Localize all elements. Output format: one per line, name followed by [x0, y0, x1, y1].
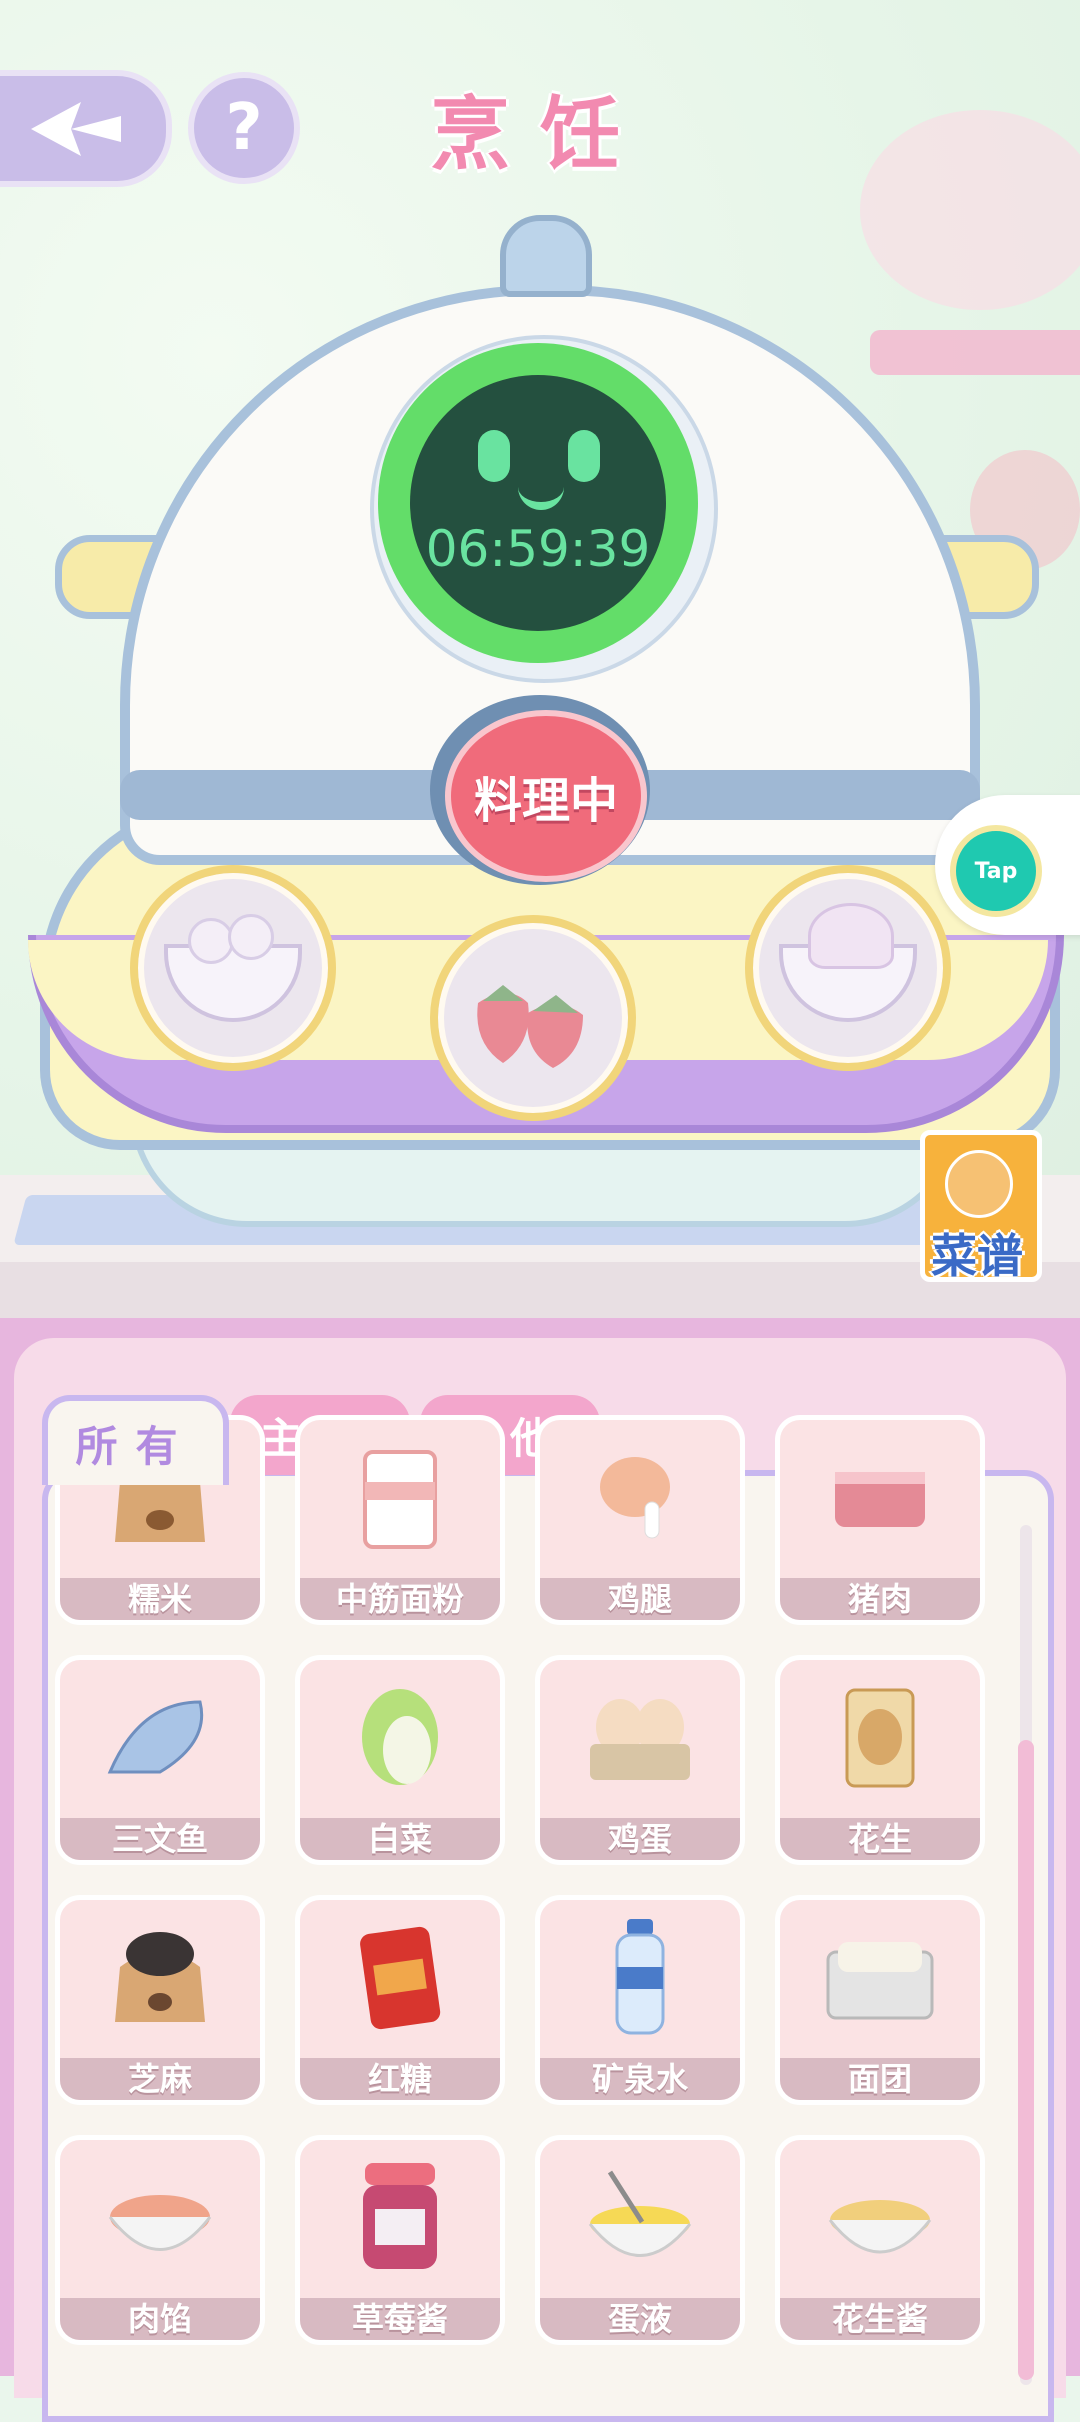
shelf-decoration	[870, 330, 1080, 375]
ingredient-label: 草莓酱	[300, 2298, 500, 2340]
sesame-sack-icon	[115, 1932, 205, 2022]
ingredient-label: 芝麻	[60, 2058, 260, 2100]
strawberry-jam-icon	[363, 2163, 437, 2269]
ingredient-label: 矿泉水	[540, 2058, 740, 2100]
ingredient-card-dough[interactable]: 面团	[780, 1900, 980, 2100]
ingredient-card-peanut-butter[interactable]: 花生酱	[780, 2140, 980, 2340]
ingredient-label: 红糖	[300, 2058, 500, 2100]
scrollbar-thumb[interactable]	[1018, 1740, 1034, 2380]
ingredient-card-eggs[interactable]: 鸡蛋	[540, 1660, 740, 1860]
ingredient-label: 三文鱼	[60, 1818, 260, 1860]
ingredient-card-meat-filling[interactable]: 肉馅	[60, 2140, 260, 2340]
ingredient-label: 鸡腿	[540, 1578, 740, 1620]
ingredient-card-peanut[interactable]: 花生	[780, 1660, 980, 1860]
lid-knob	[500, 215, 592, 297]
ingredient-label: 面团	[780, 2058, 980, 2100]
ingredient-label: 猪肉	[780, 1578, 980, 1620]
ingredient-card-flour[interactable]: 中筋面粉	[300, 1420, 500, 1620]
ingredient-card-salmon[interactable]: 三文鱼	[60, 1660, 260, 1860]
ingredient-label: 白菜	[300, 1818, 500, 1860]
meat-filling-icon	[108, 2195, 212, 2251]
face-eye-left	[478, 430, 510, 482]
ingredient-card-strawberry-jam[interactable]: 草莓酱	[300, 2140, 500, 2340]
ingredient-label: 糯米	[60, 1578, 260, 1620]
rice-ball-bowl-icon	[164, 914, 302, 1022]
ingredient-card-egg-liquid[interactable]: 蛋液	[540, 2140, 740, 2340]
ingredient-slot-2[interactable]	[430, 915, 636, 1121]
cabbage-icon	[362, 1689, 438, 1785]
salmon-icon	[107, 1700, 204, 1774]
ingredient-card-cabbage[interactable]: 白菜	[300, 1660, 500, 1860]
ingredient-card-chicken-leg[interactable]: 鸡腿	[540, 1420, 740, 1620]
strawberry-icon	[477, 985, 583, 1068]
water-bottle-icon	[615, 1919, 665, 2035]
cooking-status-button[interactable]: 料理中	[445, 710, 647, 882]
ingredient-slot-3[interactable]	[745, 865, 951, 1071]
ingredient-label: 中筋面粉	[300, 1578, 500, 1620]
ingredient-label: 肉馅	[60, 2298, 260, 2340]
egg-liquid-icon	[588, 2170, 692, 2257]
ingredient-card-pork[interactable]: 猪肉	[780, 1420, 980, 1620]
ingredient-label: 蛋液	[540, 2298, 740, 2340]
tab-all[interactable]: 所有	[42, 1395, 229, 1485]
ingredient-slot-1[interactable]	[130, 865, 336, 1071]
ingredient-label: 鸡蛋	[540, 1818, 740, 1860]
ingredient-card-mineral-water[interactable]: 矿泉水	[540, 1900, 740, 2100]
chef-cat-icon	[945, 1150, 1013, 1218]
chicken-leg-icon	[600, 1457, 670, 1539]
recipe-label[interactable]: 菜谱	[918, 1220, 1036, 1286]
tap-icon[interactable]: Tap	[950, 825, 1042, 917]
page-title: 烹饪	[430, 88, 650, 181]
ingredient-label: 花生酱	[780, 2298, 980, 2340]
ingredient-label: 花生	[780, 1818, 980, 1860]
peanut-bag-icon	[845, 1688, 915, 1788]
peanut-butter-icon	[828, 2200, 932, 2254]
face-eye-right	[568, 430, 600, 482]
pork-icon	[835, 1472, 925, 1527]
brown-sugar-icon	[360, 1926, 441, 2030]
flour-bag-icon	[363, 1450, 437, 1549]
eggs-icon	[590, 1699, 690, 1780]
cooking-timer: 06:59:39	[425, 520, 651, 578]
ingredient-card-sesame[interactable]: 芝麻	[60, 1900, 260, 2100]
cream-bowl-icon	[779, 903, 917, 1022]
ingredient-card-brown-sugar[interactable]: 红糖	[300, 1900, 500, 2100]
dough-box-icon	[826, 1942, 934, 2020]
